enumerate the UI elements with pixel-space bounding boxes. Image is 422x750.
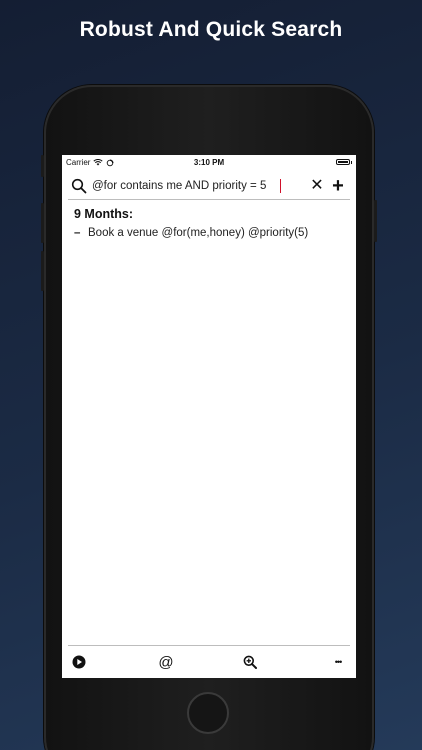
add-button[interactable]: + — [328, 175, 348, 197]
more-button[interactable]: ••• — [328, 652, 348, 672]
more-icon: ••• — [334, 657, 343, 667]
section-title: 9 Months: — [74, 207, 134, 221]
bottom-toolbar: @ ••• — [62, 649, 356, 675]
search-input[interactable] — [92, 177, 282, 195]
zoom-icon — [243, 655, 257, 669]
mute-switch — [41, 155, 44, 177]
zoom-button[interactable] — [242, 652, 258, 672]
toolbar-divider — [68, 645, 350, 646]
list-item-bullet: – — [74, 227, 81, 239]
search-bar: ✕ + — [62, 173, 356, 199]
play-button[interactable] — [71, 652, 87, 672]
promo-headline: Robust And Quick Search — [79, 18, 343, 41]
results-list: 9 Months: – Book a venue @for(me,honey) … — [74, 207, 350, 239]
volume-up-button — [41, 203, 44, 243]
clear-search-button[interactable]: ✕ — [308, 176, 326, 196]
battery-icon — [336, 159, 352, 165]
status-time: 3:10 PM — [193, 158, 225, 167]
battery-level — [338, 161, 348, 163]
text-cursor — [280, 179, 281, 193]
home-button[interactable] — [187, 692, 229, 734]
power-button — [374, 200, 377, 242]
mention-button[interactable]: @ — [156, 652, 176, 672]
app-screen: Carrier 3:10 PM ✕ + 9 Months: — [62, 155, 356, 678]
search-divider — [68, 199, 350, 200]
list-item-text: Book a venue @for(me,honey) @priority(5) — [88, 227, 309, 239]
status-bar: Carrier 3:10 PM — [62, 155, 356, 171]
volume-down-button — [41, 251, 44, 291]
list-item[interactable]: – Book a venue @for(me,honey) @priority(… — [74, 227, 350, 239]
search-icon[interactable] — [71, 178, 87, 194]
play-icon — [72, 655, 86, 669]
at-icon: @ — [158, 653, 174, 671]
